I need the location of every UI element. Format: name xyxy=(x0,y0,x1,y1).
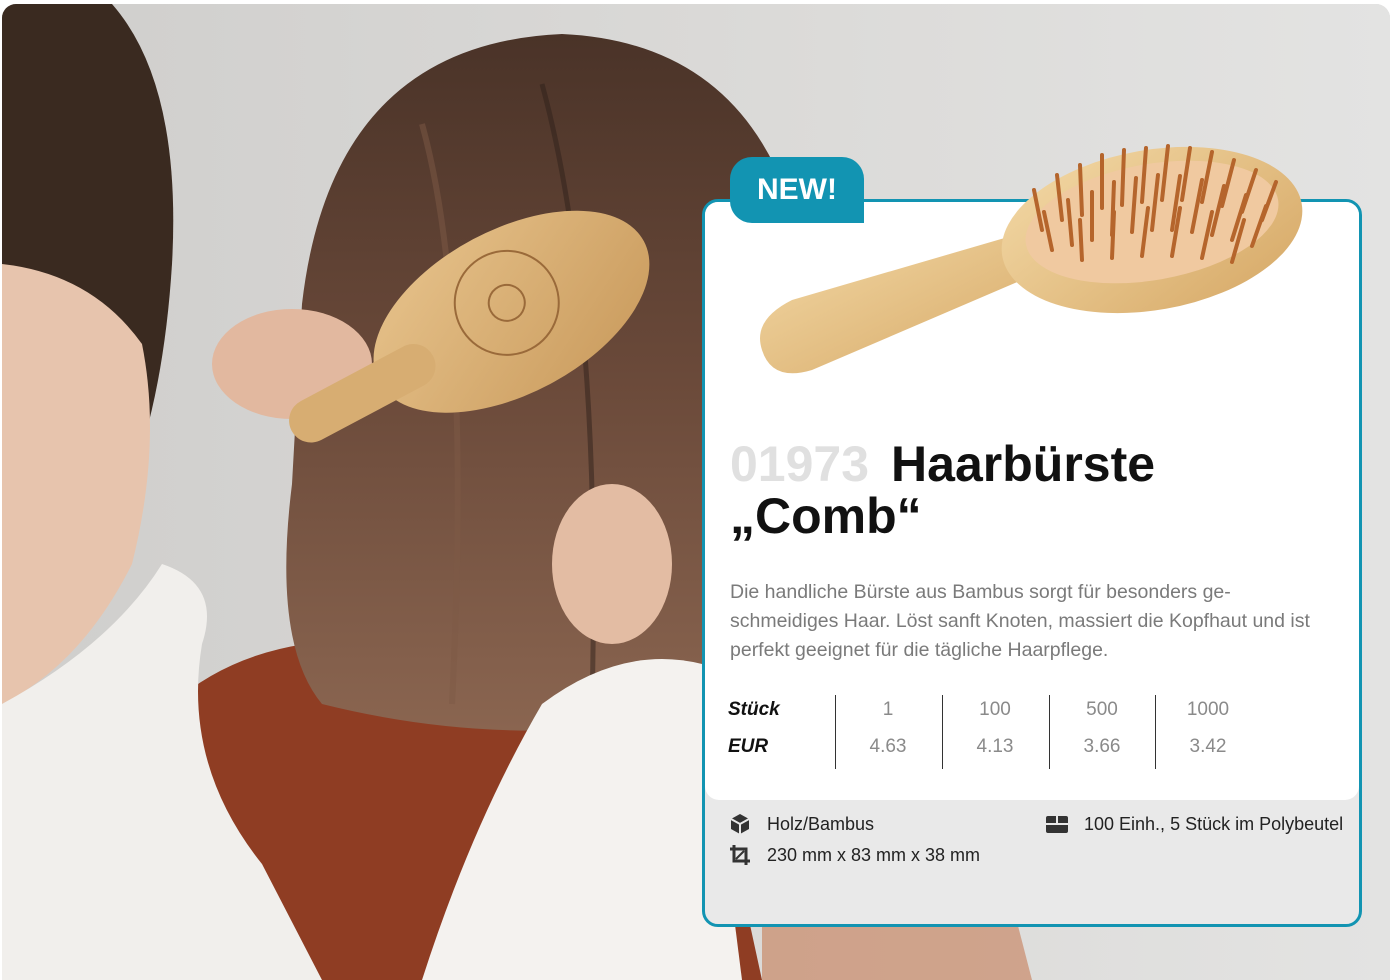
product-title: 01973 Haarbürste „Comb“ xyxy=(730,438,1340,542)
material-box-icon xyxy=(728,812,752,836)
product-name-line1: Haarbürste xyxy=(891,436,1156,492)
price-cell: 3.66 xyxy=(1083,736,1121,757)
price-label: EUR xyxy=(728,736,769,757)
spec-dimensions-text: 230 mm x 83 mm x 38 mm xyxy=(767,844,981,865)
article-number: 01973 xyxy=(730,436,870,492)
product-description: Die handliche Bürste aus Bambus sorgt fü… xyxy=(730,581,1310,661)
spec-dimensions: 230 mm x 83 mm x 38 mm xyxy=(728,843,980,867)
quantity-cell: 1 xyxy=(882,699,894,720)
quantity-cell: 1000 xyxy=(1186,699,1230,720)
spec-material: Holz/Bambus xyxy=(728,812,874,836)
spec-packaging-text: 100 Einh., 5 Stück im Polybeutel xyxy=(1084,813,1344,834)
price-cell: 4.13 xyxy=(976,736,1014,757)
price-cell: 4.63 xyxy=(869,736,907,757)
price-table: Stück 1 100 500 1000 EUR 4.63 4.13 3.66 … xyxy=(728,695,1268,769)
quantity-row: Stück 1 100 500 1000 xyxy=(728,699,1268,729)
price-cell: 3.42 xyxy=(1189,736,1227,757)
price-row: EUR 4.63 4.13 3.66 3.42 xyxy=(728,736,1268,766)
quantity-cell: 100 xyxy=(979,699,1011,720)
spec-packaging: 100 Einh., 5 Stück im Polybeutel xyxy=(1045,812,1343,836)
crop-dimensions-icon xyxy=(728,843,752,867)
quantity-label: Stück xyxy=(728,699,780,720)
spec-material-text: Holz/Bambus xyxy=(767,813,875,834)
quantity-cell: 500 xyxy=(1086,699,1118,720)
packaging-box-icon xyxy=(1045,812,1069,836)
product-image xyxy=(760,144,1303,374)
product-name-line2: „Comb“ xyxy=(730,488,922,544)
